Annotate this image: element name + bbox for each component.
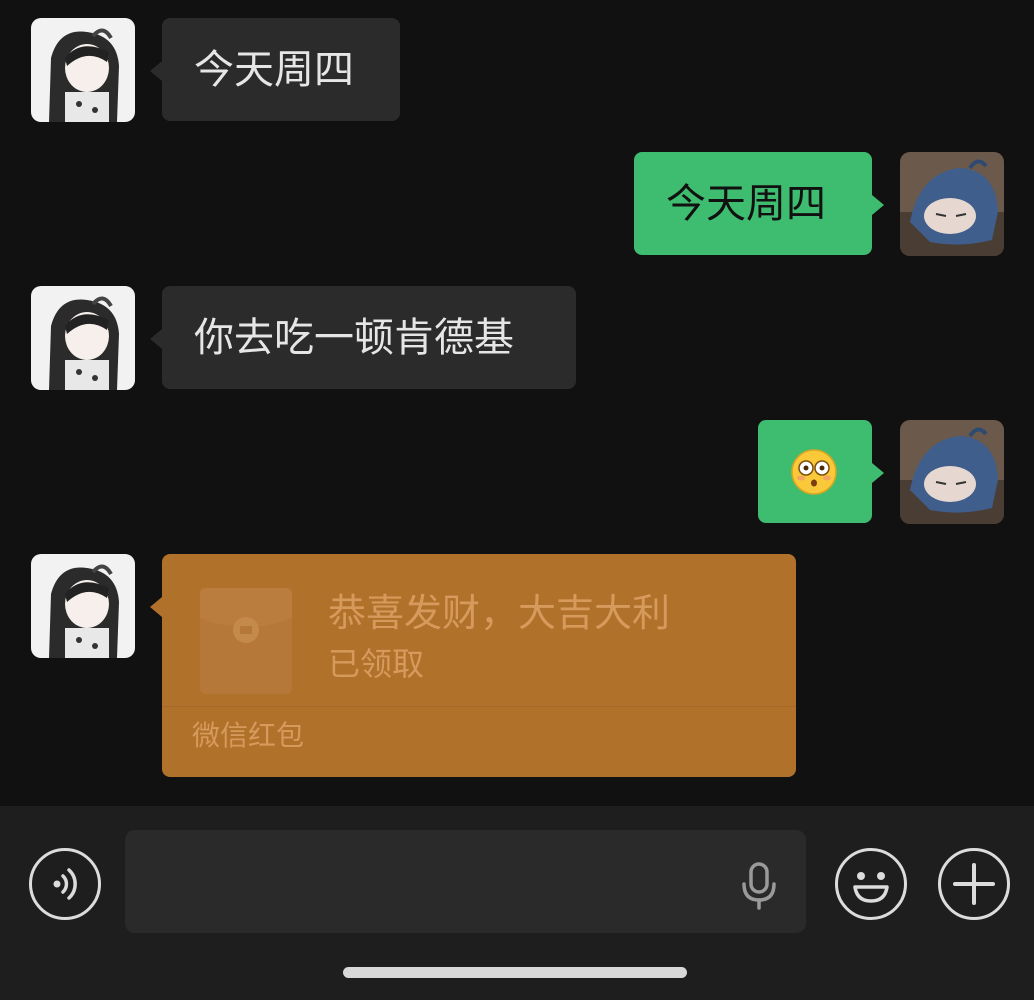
flushed-emoji-icon	[790, 448, 838, 507]
emoji-button[interactable]	[835, 848, 907, 920]
divider	[162, 706, 796, 707]
microphone-icon[interactable]	[739, 862, 779, 914]
voice-toggle-icon	[32, 851, 98, 921]
chat-area: 今天周四 今天周四 你去吃一顿肯德基 恭喜发财，大吉大利 已领取 微信红包	[0, 0, 1034, 806]
contact-avatar[interactable]	[31, 18, 135, 122]
message-text: 今天周四	[666, 181, 826, 227]
plus-icon	[941, 851, 1007, 921]
red-packet-message[interactable]: 恭喜发财，大吉大利 已领取 微信红包	[150, 554, 796, 777]
red-packet-label: 微信红包	[192, 719, 305, 752]
message-input[interactable]	[125, 830, 806, 933]
voice-toggle-button[interactable]	[29, 848, 101, 920]
my-avatar[interactable]	[900, 420, 1004, 524]
home-indicator[interactable]	[343, 967, 687, 978]
contact-avatar[interactable]	[31, 286, 135, 390]
input-bar	[0, 806, 1034, 1000]
my-avatar[interactable]	[900, 152, 1004, 256]
message-bubble-outgoing[interactable]	[758, 420, 884, 523]
message-text: 今天周四	[194, 47, 354, 93]
emoji-icon	[838, 851, 904, 921]
message-bubble-incoming[interactable]: 今天周四	[150, 18, 400, 121]
red-packet-icon	[200, 584, 292, 694]
more-button[interactable]	[938, 848, 1010, 920]
red-packet-title: 恭喜发财，大吉大利	[328, 591, 671, 635]
contact-avatar[interactable]	[31, 554, 135, 658]
red-packet-status: 已领取	[328, 645, 425, 683]
message-bubble-outgoing[interactable]: 今天周四	[634, 152, 884, 255]
message-bubble-incoming[interactable]: 你去吃一顿肯德基	[150, 286, 576, 389]
message-text: 你去吃一顿肯德基	[194, 315, 514, 361]
